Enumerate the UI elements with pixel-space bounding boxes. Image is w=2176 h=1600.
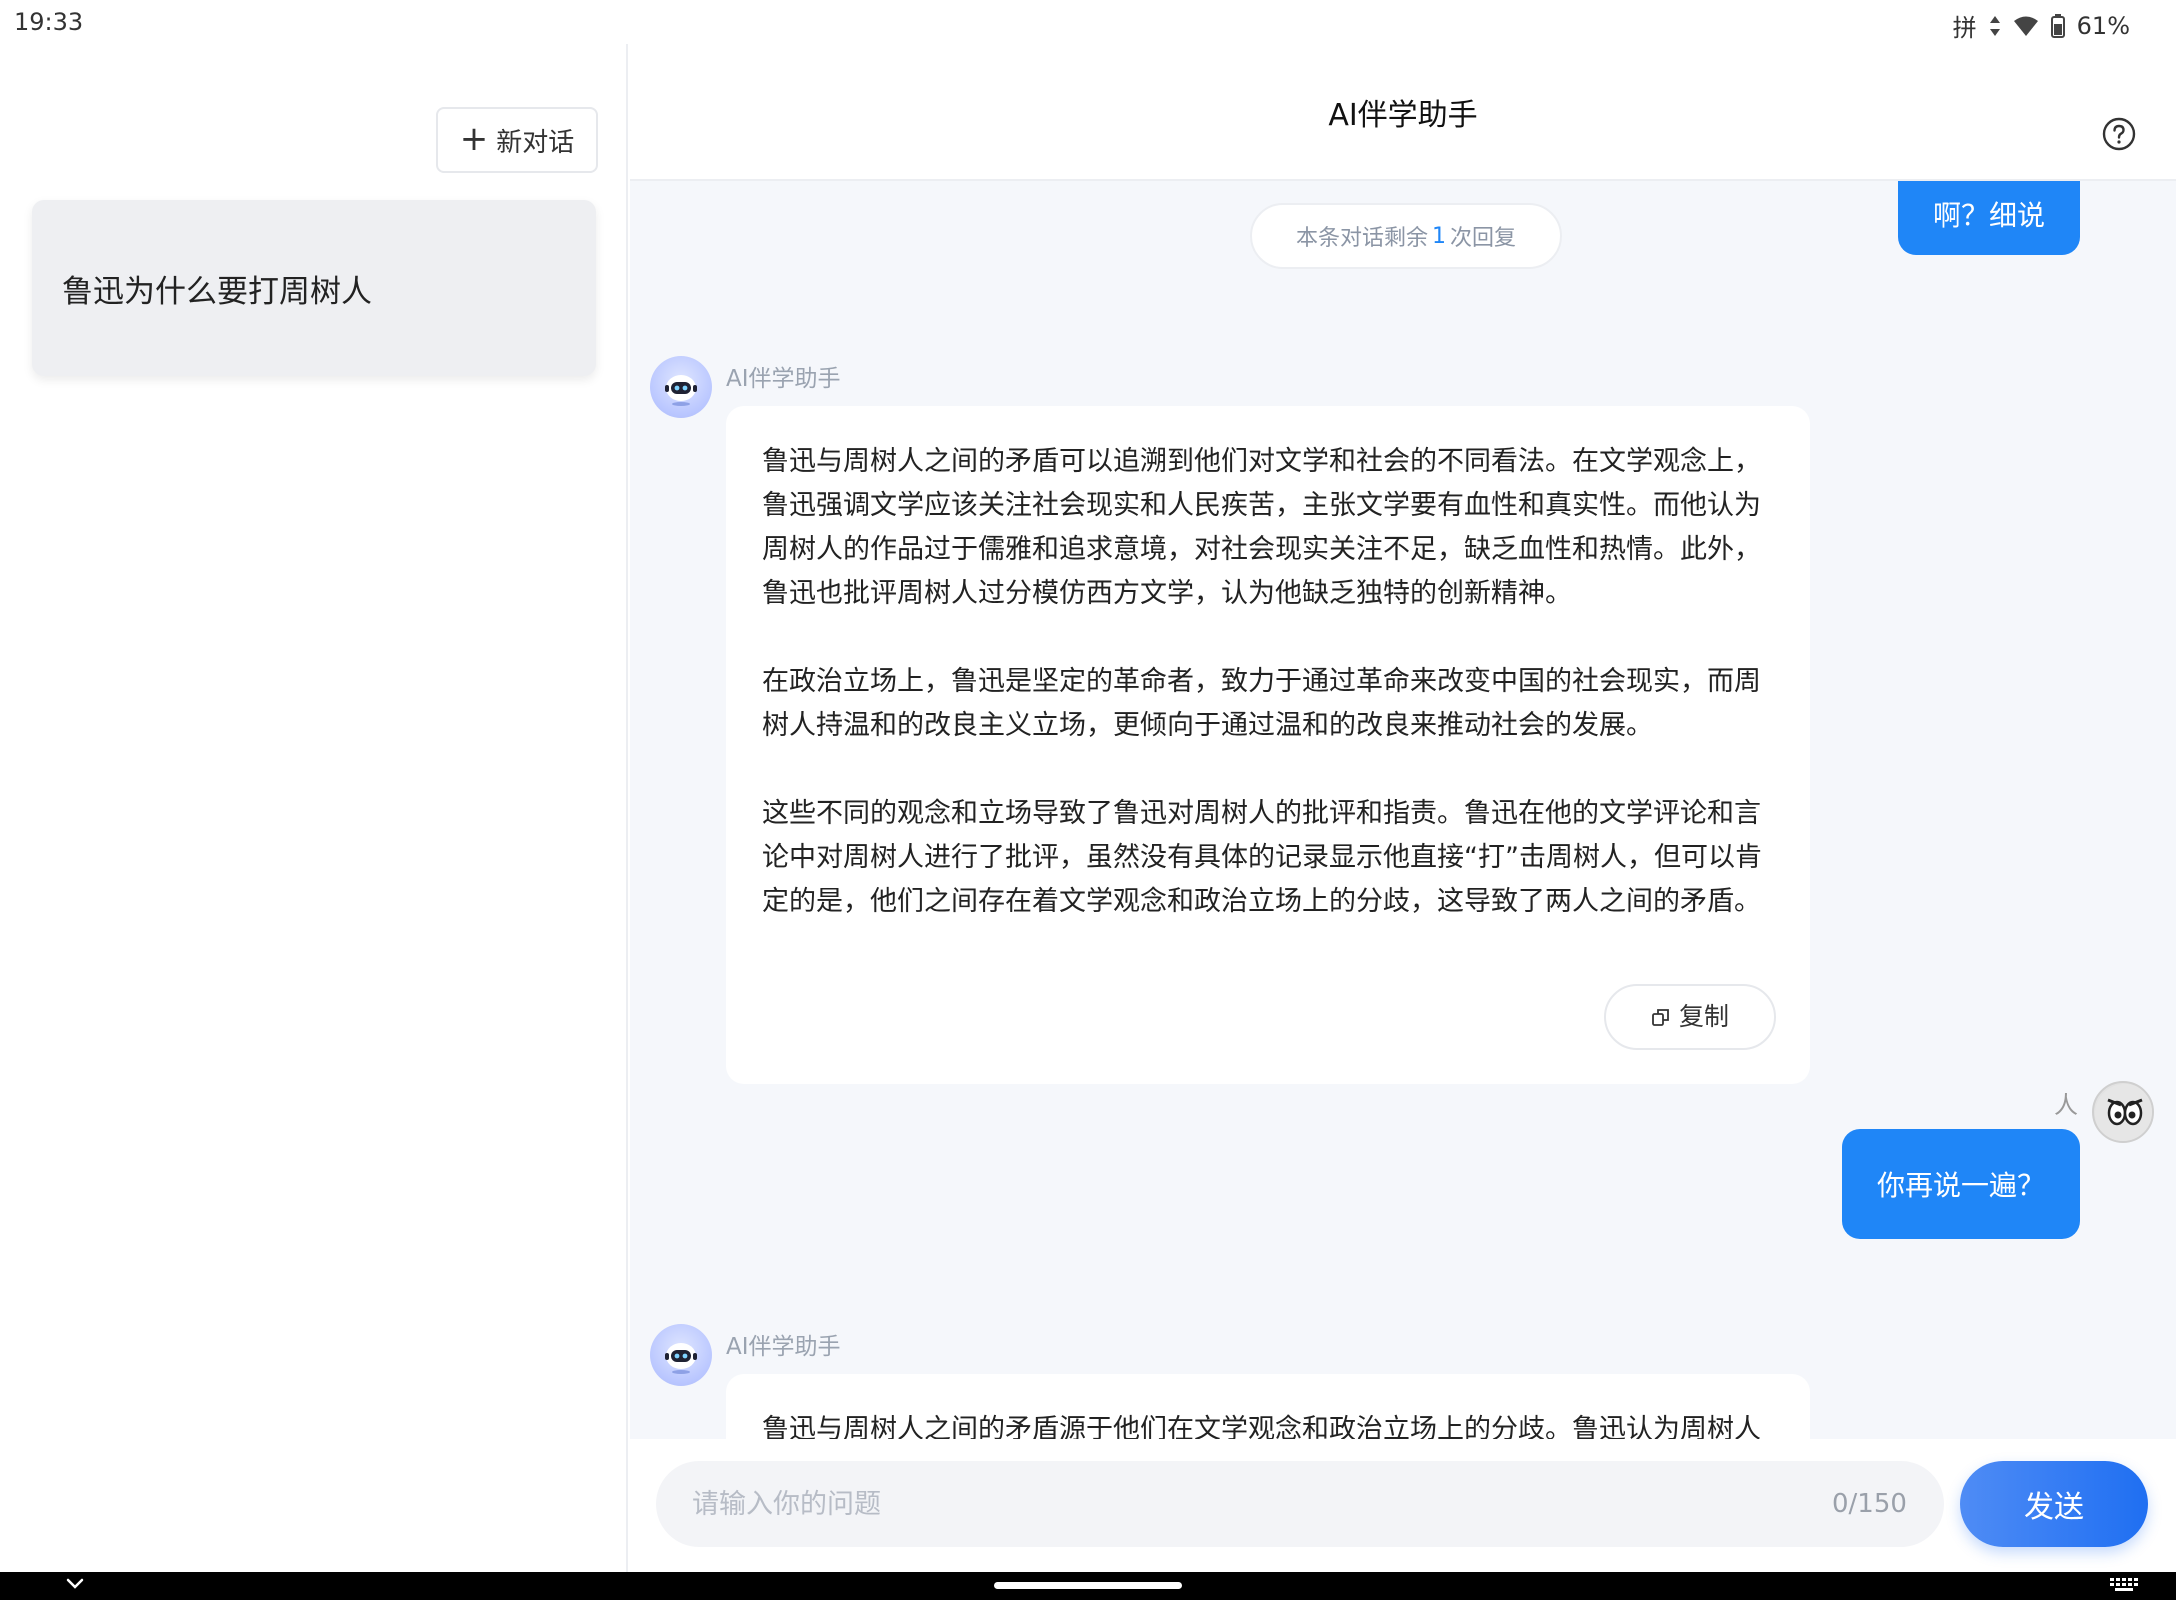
- user-message-text: 啊？细说: [1932, 199, 2045, 232]
- wifi-icon: [2013, 15, 2039, 37]
- home-handle[interactable]: [994, 1582, 1182, 1589]
- keyboard-icon[interactable]: [2110, 1578, 2138, 1594]
- ai-name: AI伴学助手: [726, 366, 841, 392]
- ai-avatar: [650, 356, 712, 418]
- user-name: 人: [2054, 1091, 2078, 1119]
- user-message-bubble: 你再说一遍？: [1842, 1129, 2080, 1239]
- user-message-bubble: 啊？细说: [1898, 181, 2080, 255]
- user-avatar: [2092, 1081, 2154, 1143]
- remaining-count: 1: [1432, 223, 1446, 249]
- ai-message-paragraph: 在政治立场上，鲁迅是坚定的革命者，致力于通过革命来改变中国的社会现实，而周树人持…: [762, 666, 1761, 741]
- battery-icon: [2050, 13, 2065, 38]
- ai-message-paragraph: 这些不同的观念和立场导致了鲁迅对周树人的批评和指责。鲁迅在他的文学评论和言论中对…: [762, 798, 1762, 917]
- help-icon[interactable]: [2102, 117, 2136, 151]
- page-title: AI伴学助手: [1328, 98, 1478, 133]
- history-item[interactable]: 鲁迅为什么要打周树人: [32, 200, 596, 376]
- new-chat-button[interactable]: + 新对话: [436, 107, 598, 173]
- message-list[interactable]: 啊？细说 本条对话剩余 1 次回复 AI伴学助手 鲁迅与周树人之间的矛盾可以追溯…: [630, 181, 2176, 1439]
- remaining-suffix: 次回复: [1450, 226, 1517, 251]
- ai-message-paragraph: 鲁迅与周树人之间的矛盾可以追溯到他们对文学和社会的不同看法。在文学观念上，鲁迅强…: [762, 446, 1761, 609]
- robot-icon: [665, 1343, 697, 1374]
- copy-button[interactable]: 复制: [1604, 984, 1776, 1050]
- copy-label: 复制: [1678, 1002, 1729, 1031]
- chat-header: AI伴学助手: [630, 44, 2176, 181]
- history-item-title: 鲁迅为什么要打周树人: [62, 273, 372, 310]
- send-button[interactable]: 发送: [1960, 1461, 2148, 1547]
- status-time: 19:33: [14, 8, 84, 36]
- plus-icon: +: [459, 119, 489, 159]
- chat-panel: AI伴学助手 啊？细说 本条对话剩余 1 次回复 AI伴学助手 鲁迅与周树人之间…: [630, 44, 2176, 1572]
- ai-avatar: [650, 1324, 712, 1386]
- ime-indicator: 拼: [1952, 14, 1977, 42]
- robot-icon: [665, 375, 697, 406]
- user-message-text: 你再说一遍？: [1876, 1169, 2045, 1202]
- battery-percent: 61%: [2076, 11, 2130, 40]
- new-chat-label: 新对话: [496, 127, 575, 158]
- status-icons: 拼 61%: [1953, 8, 2130, 43]
- ai-name: AI伴学助手: [726, 1334, 841, 1360]
- remaining-prefix: 本条对话剩余: [1295, 226, 1428, 251]
- input-bar: 0/150 发送: [630, 1439, 2176, 1572]
- send-label: 发送: [2024, 1490, 2084, 1525]
- system-nav-bar: [0, 1572, 2176, 1600]
- ai-message-card: 鲁迅与周树人之间的矛盾源于他们在文学观念和政治立场上的分歧。鲁迅认为周树人的文学…: [726, 1374, 1810, 1439]
- remaining-replies-badge: 本条对话剩余 1 次回复: [1250, 203, 1562, 269]
- data-arrows-icon: [1989, 15, 2001, 37]
- char-counter: 0/150: [1832, 1489, 1907, 1519]
- ai-message-paragraph: 鲁迅与周树人之间的矛盾源于他们在文学观念和政治立场上的分歧。鲁迅认为周树人的文学…: [762, 1414, 1761, 1439]
- status-bar: 19:33 拼 61%: [0, 0, 2176, 44]
- sidebar: + 新对话 鲁迅为什么要打周树人: [0, 44, 628, 1572]
- question-input[interactable]: [656, 1461, 1944, 1547]
- copy-icon: [1652, 1009, 1669, 1026]
- cartoon-face-icon: [2095, 1084, 2152, 1141]
- ai-message-card: 鲁迅与周树人之间的矛盾可以追溯到他们对文学和社会的不同看法。在文学观念上，鲁迅强…: [726, 406, 1810, 1084]
- chevron-down-icon[interactable]: [64, 1574, 86, 1594]
